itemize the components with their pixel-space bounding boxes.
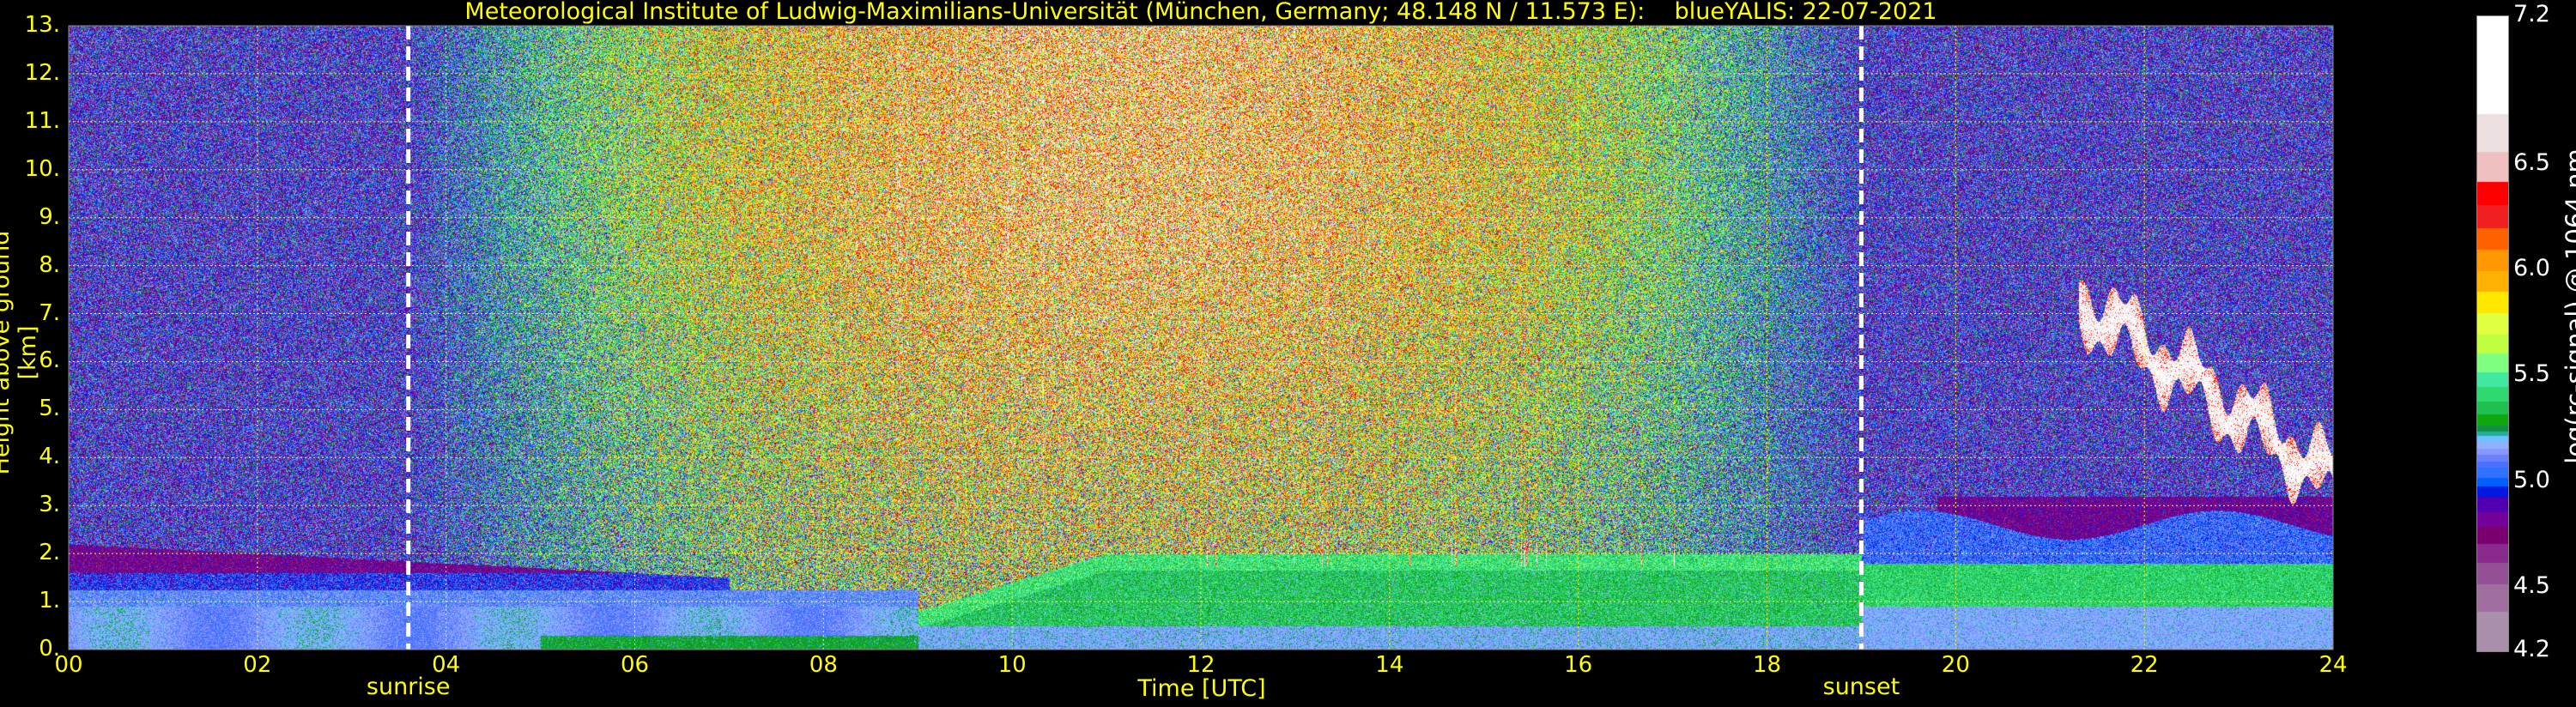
sunset-label: sunset xyxy=(1822,674,1900,700)
colorbar xyxy=(2476,15,2509,652)
grid-overlay xyxy=(68,25,2334,650)
colorbar-label: log(rc-signal) @ 1064 nm xyxy=(2561,148,2576,464)
x-tick-label: 22 xyxy=(2130,652,2159,678)
chart-title: Meteorological Institute of Ludwig-Maxim… xyxy=(464,0,1937,25)
x-tick-label: 06 xyxy=(620,652,650,678)
y-tick-label: 2. xyxy=(39,540,60,566)
x-tick-label: 14 xyxy=(1375,652,1404,678)
x-tick-label: 16 xyxy=(1564,652,1593,678)
x-tick-label: 02 xyxy=(243,652,272,678)
y-tick-label: 12. xyxy=(24,59,60,86)
colorbar-tick-label: 6.5 xyxy=(2513,148,2550,176)
x-axis-label: Time [UTC] xyxy=(1137,675,1266,702)
x-tick-label: 10 xyxy=(997,652,1027,678)
plot-area xyxy=(68,25,2334,650)
x-tick-label: 00 xyxy=(54,652,83,678)
colorbar-tick-label: 4.2 xyxy=(2513,636,2550,662)
x-tick-label: 20 xyxy=(1941,652,1970,678)
y-axis-label: Height above ground [km] xyxy=(0,230,41,475)
y-tick-label: 1. xyxy=(39,588,60,614)
x-tick-label: 18 xyxy=(1752,652,1782,678)
x-tick-label: 08 xyxy=(809,652,838,678)
colorbar-tick-label: 5.5 xyxy=(2513,360,2550,388)
y-tick-label: 3. xyxy=(39,492,60,518)
colorbar-tick-label: 7.2 xyxy=(2513,1,2550,27)
y-tick-label: 13. xyxy=(24,12,60,38)
colorbar-tick-label: 4.5 xyxy=(2513,572,2550,599)
x-tick-label: 24 xyxy=(2318,652,2348,678)
y-tick-label: 11. xyxy=(24,107,60,134)
colorbar-tick-label: 6.0 xyxy=(2513,255,2550,281)
colorbar-tick-label: 5.0 xyxy=(2513,466,2550,493)
x-tick-label: 12 xyxy=(1186,652,1215,678)
sunrise-label: sunrise xyxy=(366,674,451,700)
y-tick-label: 10. xyxy=(24,155,60,182)
